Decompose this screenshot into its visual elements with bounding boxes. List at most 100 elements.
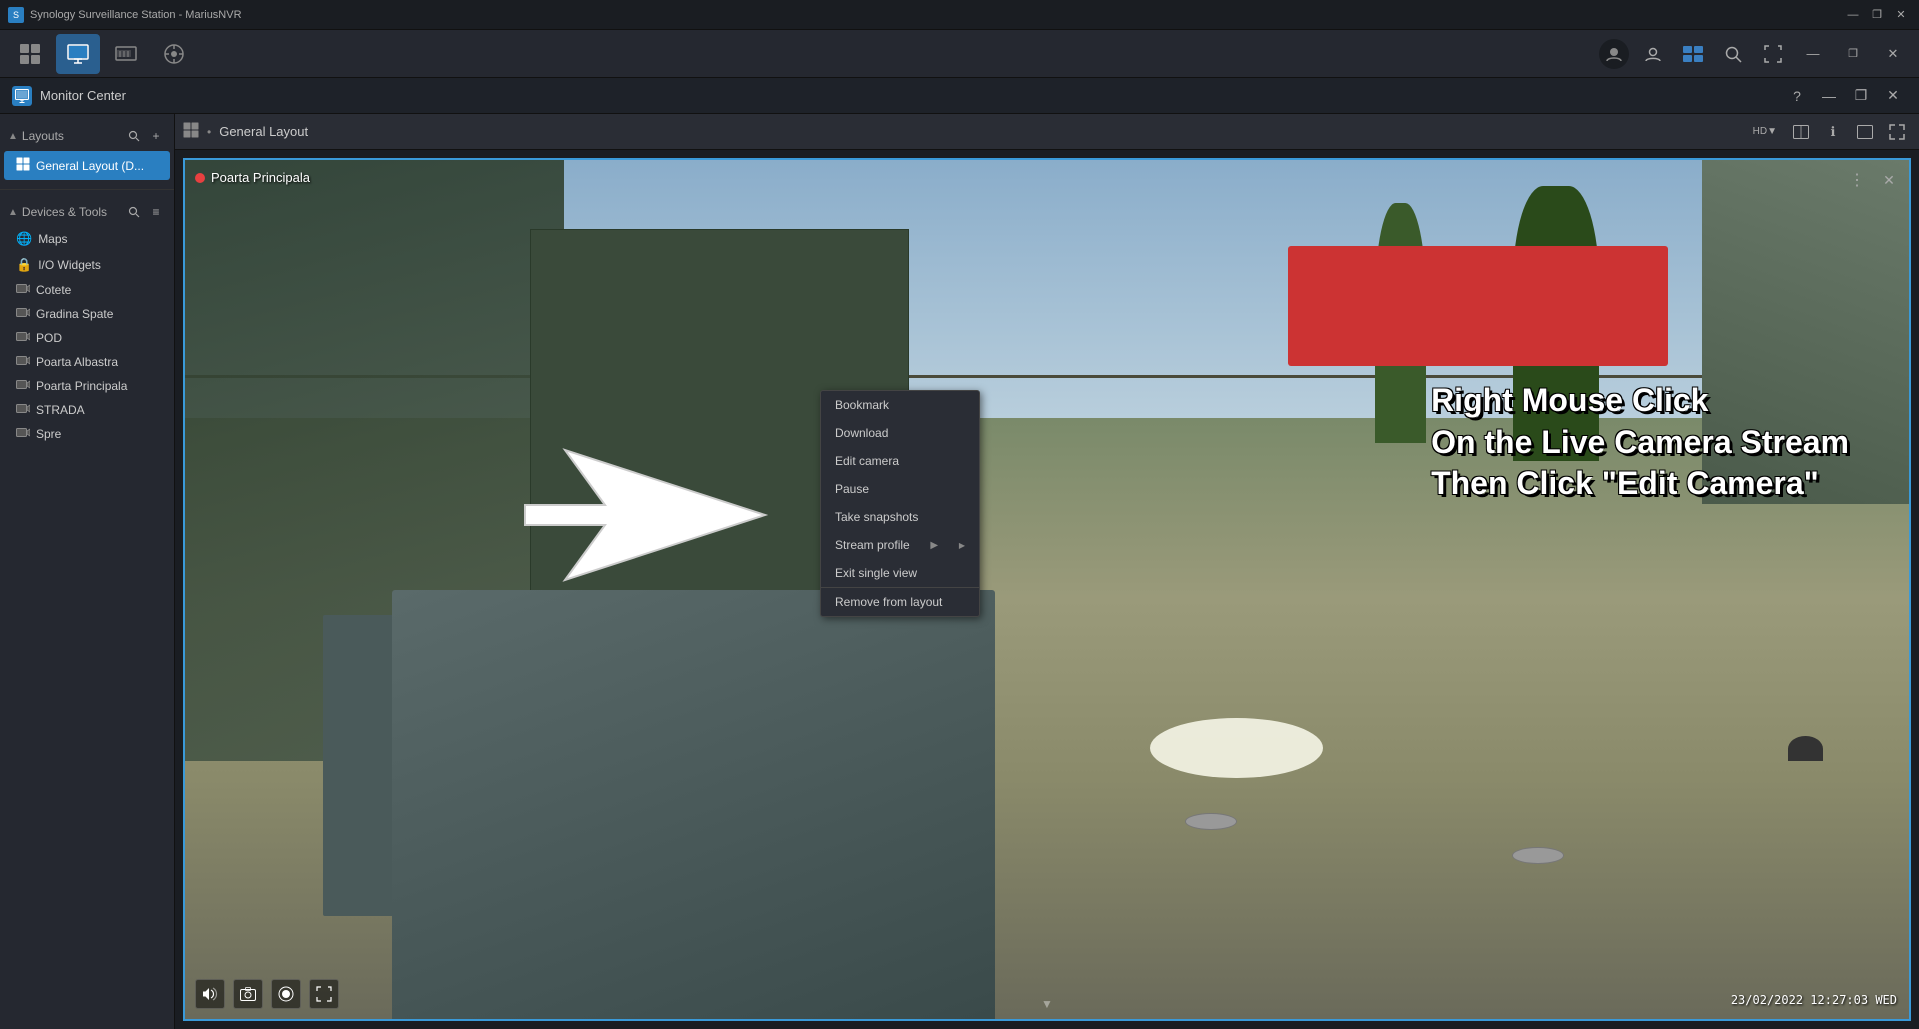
layout-window-button[interactable] [1851,118,1879,146]
toolbar-monitor-button[interactable] [56,34,100,74]
camera-car [1288,246,1667,366]
general-layout-item[interactable]: General Layout (D... [4,151,170,180]
grid-layout-button[interactable] [1787,118,1815,146]
pod-icon [16,331,30,345]
poarta-principala-icon [16,379,30,393]
toolbar-overview-button[interactable] [8,34,52,74]
instruction-line1: Right Mouse Click [1431,380,1849,422]
camera-close-button[interactable]: ✕ [1877,168,1901,192]
pod-label: POD [36,331,62,345]
context-menu: Bookmark Download Edit camera Pause Take… [820,390,980,617]
io-widgets-label: I/O Widgets [38,258,101,272]
stream-profile-chevron: ▶ [930,540,938,551]
app-close-button[interactable]: ✕ [1875,36,1911,72]
stream-profile-label: Stream profile [835,538,910,552]
layouts-add-button[interactable]: + [146,126,166,146]
snapshot-button[interactable] [233,979,263,1009]
devices-section-actions: ≡ [124,202,166,222]
camera-controls-bottom [195,979,339,1009]
context-menu-remove-from-layout[interactable]: Remove from layout [821,587,979,616]
minimize-button[interactable]: — [1843,6,1863,24]
app-header-left: Monitor Center [12,86,126,106]
poarta-albastra-icon [16,355,30,369]
help-button[interactable]: ? [1783,82,1811,110]
context-menu-exit-single-view[interactable]: Exit single view [821,559,979,587]
restore-button[interactable]: ❐ [1867,6,1887,24]
sidebar-item-maps[interactable]: 🌐 Maps [0,226,174,252]
sidebar-item-spre[interactable]: Spre [0,422,174,446]
context-menu-take-snapshots[interactable]: Take snapshots [821,503,979,531]
recording-indicator [195,173,205,183]
context-menu-bookmark[interactable]: Bookmark [821,391,979,419]
cotete-icon [16,283,30,297]
layouts-section-header-left: ▲ Layouts [8,129,64,143]
layout-expand-button[interactable] [1883,118,1911,146]
io-widgets-icon: 🔒 [16,257,32,273]
sidebar-item-pod[interactable]: POD [0,326,174,350]
layouts-section: ▲ Layouts + [0,114,174,190]
toolbar-analytics-button[interactable] [152,34,196,74]
gradina-spate-icon [16,307,30,321]
close-button[interactable]: ✕ [1891,6,1911,24]
layout-separator: • [207,125,211,139]
gradina-spate-label: Gradina Spate [36,307,113,321]
devices-search-button[interactable] [124,202,144,222]
strada-label: STRADA [36,403,85,417]
general-layout-label: General Layout (D... [36,159,144,173]
header-minimize-button[interactable]: — [1815,82,1843,110]
titlebar-controls: — ❐ ✕ [1843,6,1911,24]
user-avatar[interactable] [1599,39,1629,69]
devices-menu-button[interactable]: ≡ [146,202,166,222]
devices-section-header[interactable]: ▲ Devices & Tools ≡ [0,198,174,226]
sidebar-item-cotete[interactable]: Cotete [0,278,174,302]
layout-header: • General Layout HD▼ ℹ [175,114,1919,150]
context-menu-stream-profile[interactable]: Stream profile ▶ [821,531,979,559]
expand-camera-button[interactable] [309,979,339,1009]
account-button[interactable] [1635,36,1671,72]
layouts-section-header[interactable]: ▲ Layouts + [0,122,174,150]
app-minimize-button[interactable]: — [1795,36,1831,72]
app-restore-button[interactable]: ❐ [1835,36,1871,72]
spre-label: Spre [36,427,61,441]
context-menu-download[interactable]: Download [821,419,979,447]
layout-grid-icon [183,122,199,141]
camera-name: Poarta Principala [211,170,310,185]
maps-icon: 🌐 [16,231,32,247]
sidebar-item-io-widgets[interactable]: 🔒 I/O Widgets [0,252,174,278]
titlebar-title: Synology Surveillance Station - MariusNV… [30,9,242,21]
search-button[interactable] [1715,36,1751,72]
layouts-search-button[interactable] [124,126,144,146]
layouts-label: Layouts [22,129,64,143]
download-label: Download [835,426,888,440]
layouts-section-actions: + [124,126,166,146]
quality-button[interactable]: HD▼ [1747,118,1783,146]
camera-more-button[interactable]: ⋮ [1845,168,1869,192]
pause-label: Pause [835,482,869,496]
synology-button[interactable] [1675,36,1711,72]
content-area: • General Layout HD▼ ℹ [175,114,1919,1029]
toolbar-timeline-button[interactable] [104,34,148,74]
sidebar-item-poarta-albastra[interactable]: Poarta Albastra [0,350,174,374]
exit-single-view-label: Exit single view [835,566,917,580]
sidebar-item-strada[interactable]: STRADA [0,398,174,422]
header-close-button[interactable]: ✕ [1879,82,1907,110]
context-menu-edit-camera[interactable]: Edit camera [821,447,979,475]
fullscreen-button[interactable] [1755,36,1791,72]
header-restore-button[interactable]: ❐ [1847,82,1875,110]
overview-icon [18,42,42,66]
app-header-title: Monitor Center [40,88,126,103]
context-menu-pause[interactable]: Pause [821,475,979,503]
camera-dog [1150,718,1322,778]
sidebar-item-poarta-principala[interactable]: Poarta Principala [0,374,174,398]
sidebar-item-gradina-spate[interactable]: Gradina Spate [0,302,174,326]
timeline-icon [114,42,138,66]
monitor-center-icon [12,86,32,106]
record-button[interactable] [271,979,301,1009]
audio-button[interactable] [195,979,225,1009]
titlebar: S Synology Surveillance Station - Marius… [0,0,1919,30]
layouts-collapse-arrow: ▲ [8,131,18,142]
camera-bowl1 [1185,813,1237,830]
devices-section: ▲ Devices & Tools ≡ 🌐 Maps [0,190,174,1029]
layout-info-button[interactable]: ℹ [1819,118,1847,146]
poarta-principala-label: Poarta Principala [36,379,127,393]
